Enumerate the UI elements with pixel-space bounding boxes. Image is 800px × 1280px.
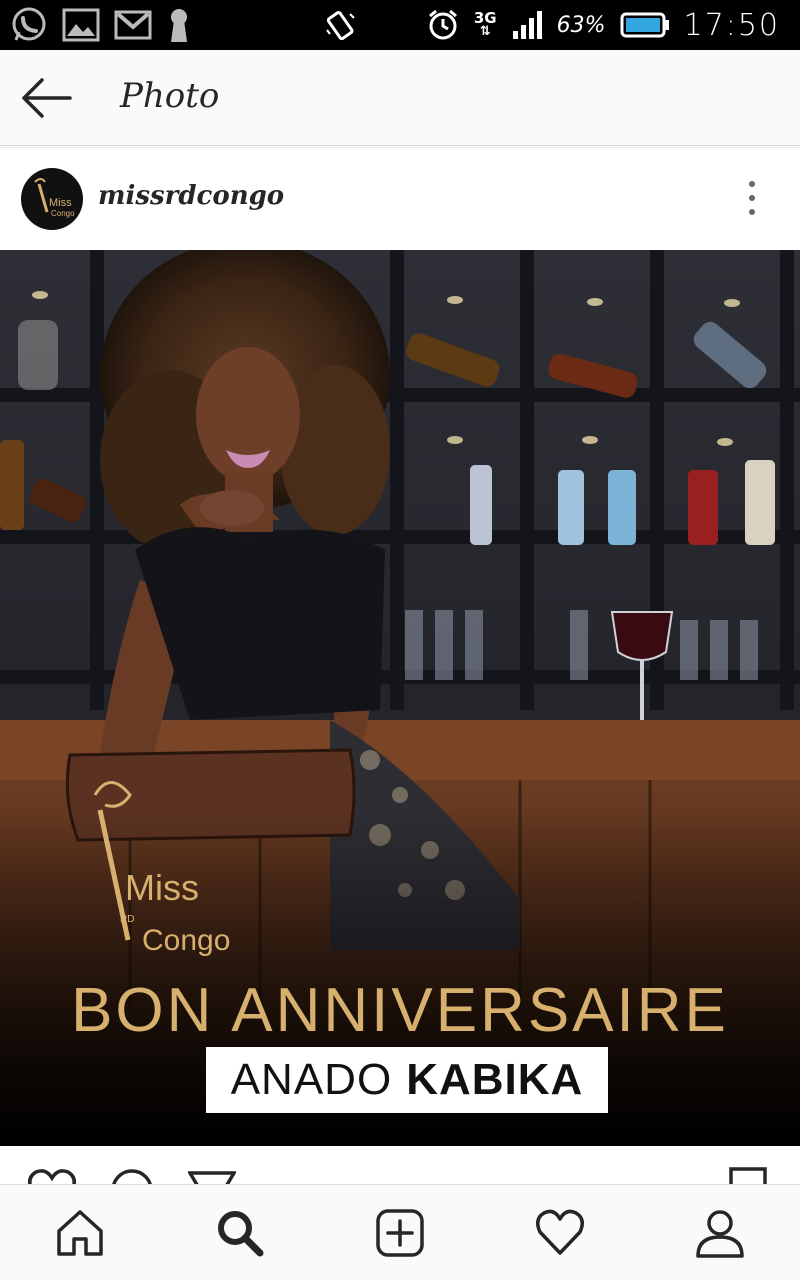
battery-percent: 63%: [556, 12, 606, 38]
vibrate-icon: [326, 11, 355, 41]
nav-add[interactable]: [372, 1205, 428, 1261]
home-icon: [57, 1210, 103, 1256]
clock: 17:50: [683, 7, 780, 43]
network-type: 3G ⇅: [473, 9, 497, 39]
battery-icon: [620, 12, 669, 38]
image-name-box: ANADO KABIKA: [206, 1047, 608, 1113]
alarm-icon: [428, 9, 457, 40]
more-options-button[interactable]: [740, 178, 764, 218]
svg-text:Congo: Congo: [142, 924, 230, 957]
system-status: 3G ⇅ 63% 17:50: [324, 4, 780, 46]
bottom-nav: [0, 1184, 800, 1280]
svg-text:Miss: Miss: [49, 197, 72, 209]
gmail-icon: [114, 10, 152, 40]
page-title: Photo: [120, 76, 220, 116]
svg-text:Miss: Miss: [125, 867, 199, 908]
nav-activity[interactable]: [532, 1205, 588, 1261]
back-button[interactable]: [20, 76, 76, 120]
whatsapp-icon: [12, 7, 46, 41]
nav-profile[interactable]: [692, 1205, 748, 1261]
post-header: Miss Congo missrdcongo: [0, 147, 800, 250]
image-title: BON ANNIVERSAIRE: [71, 976, 729, 1045]
search-icon: [218, 1211, 264, 1257]
app-bar: Photo: [0, 50, 800, 146]
more-vertical-icon: [749, 181, 755, 215]
bookmark-icon[interactable]: [728, 1166, 768, 1186]
svg-text:RD: RD: [120, 914, 134, 925]
image-name-first: ANADO: [230, 1055, 393, 1104]
signal-icon: [512, 11, 542, 39]
gallery-icon: [62, 8, 100, 42]
image-name-last: KABIKA: [406, 1055, 584, 1104]
activity-heart-icon: [536, 1209, 584, 1255]
nav-search[interactable]: [212, 1205, 268, 1261]
arrow-left-icon: [22, 78, 72, 118]
network-label: 3G: [473, 9, 497, 27]
status-bar: 3G ⇅ 63% 17:50: [0, 0, 800, 50]
add-icon: [376, 1209, 424, 1257]
nav-home[interactable]: [52, 1205, 108, 1261]
post-photo[interactable]: Miss RD Congo BON ANNIVERSAIRE ANADO KAB…: [0, 250, 800, 1146]
avatar[interactable]: Miss Congo: [21, 168, 83, 230]
miss-rdc-logo-icon: Miss Congo: [34, 178, 75, 218]
post-username[interactable]: missrdcongo: [98, 181, 284, 211]
keyhole-icon: [171, 9, 187, 42]
notification-icons: [10, 6, 192, 44]
profile-icon: [696, 1210, 744, 1258]
svg-text:Congo: Congo: [51, 209, 75, 218]
post-actions: [0, 1146, 800, 1186]
